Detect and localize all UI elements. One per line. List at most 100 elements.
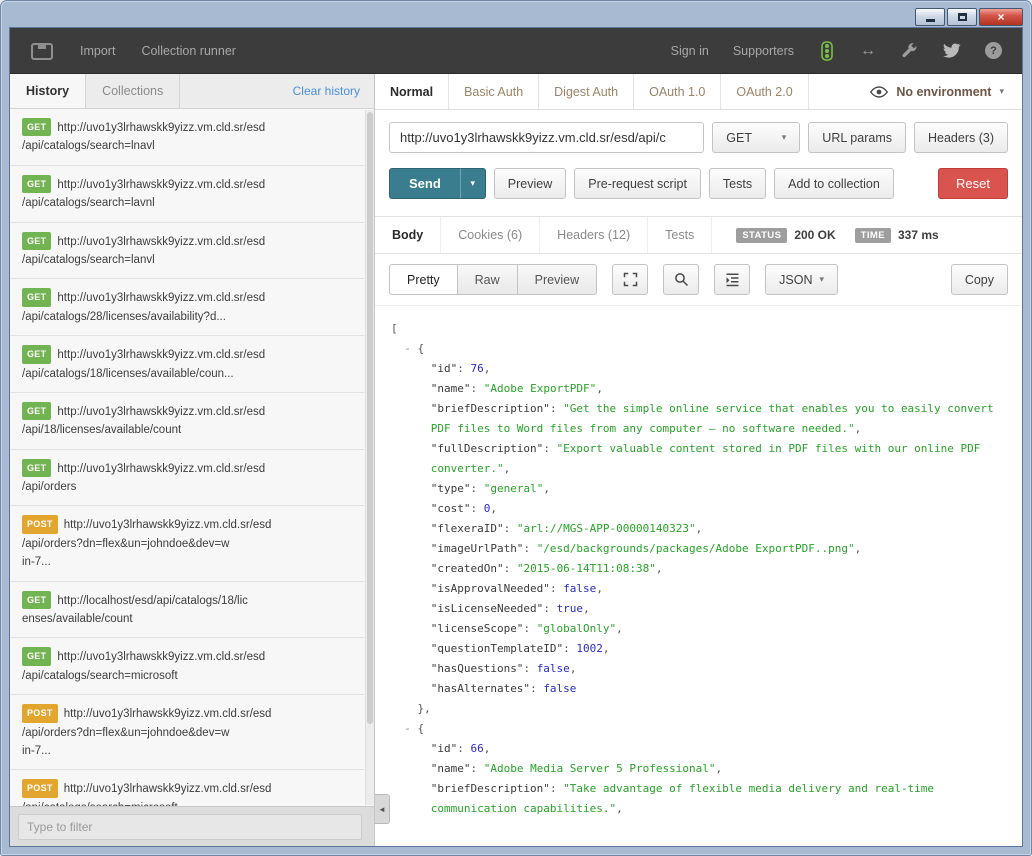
app-window: × Import Collection runner Sign in Suppo… [0, 0, 1032, 856]
send-split-button: Send ▾ [389, 168, 486, 199]
code-line: "isApprovalNeeded": false, [391, 579, 996, 599]
add-to-collection-button[interactable]: Add to collection [774, 168, 894, 199]
tab-oauth-1[interactable]: OAuth 1.0 [634, 74, 721, 109]
url-row: GET ▾ URL params Headers (3) [375, 110, 1022, 162]
tab-oauth-2[interactable]: OAuth 2.0 [721, 74, 808, 109]
close-button[interactable]: × [979, 8, 1023, 26]
history-item[interactable]: GEThttp://uvo1y3lrhawskk9yizz.vm.cld.sr/… [10, 450, 364, 507]
scrollbar-thumb[interactable] [367, 112, 373, 724]
code-line: "flexeraID": "arl://MGS-APP-00000140323"… [391, 519, 996, 539]
method-badge: GET [22, 175, 51, 193]
history-item[interactable]: POSThttp://uvo1y3lrhawskk9yizz.vm.cld.sr… [10, 506, 364, 581]
pretty-button[interactable]: Pretty [389, 264, 457, 295]
postman-app: Import Collection runner Sign in Support… [9, 27, 1023, 847]
maximize-button[interactable] [947, 8, 977, 26]
collapse-sidebar-button[interactable]: ◄ [375, 794, 390, 824]
response-body[interactable]: [- {"id": 76,"name": "Adobe ExportPDF","… [375, 305, 1022, 846]
method-badge: GET [22, 402, 51, 420]
tab-basic-auth[interactable]: Basic Auth [449, 74, 539, 109]
send-button[interactable]: Send [389, 168, 460, 199]
sign-in-button[interactable]: Sign in [671, 44, 709, 58]
search-response-button[interactable] [663, 264, 699, 295]
tab-headers[interactable]: Headers (12) [540, 217, 648, 253]
import-button[interactable]: Import [80, 44, 115, 58]
tab-collections[interactable]: Collections [86, 74, 180, 108]
url-input[interactable] [389, 122, 704, 153]
tab-history[interactable]: History [10, 74, 86, 108]
send-options-button[interactable]: ▾ [460, 168, 486, 199]
expand-icon [623, 272, 638, 287]
main-split: History Collections Clear history GEThtt… [10, 74, 1022, 846]
code-line: "name": "Adobe ExportPDF", [391, 379, 996, 399]
format-button[interactable] [714, 264, 750, 295]
maximize-icon [958, 13, 967, 21]
tab-cookies[interactable]: Cookies (6) [441, 217, 540, 253]
response-viewbar: Pretty Raw Preview [375, 254, 1022, 305]
filter-input[interactable] [18, 814, 362, 840]
supporters-button[interactable]: Supporters [733, 44, 794, 58]
headers-button[interactable]: Headers (3) [914, 122, 1008, 153]
code-line: - { [391, 719, 996, 739]
prerequest-script-button[interactable]: Pre-request script [574, 168, 701, 199]
code-line: [ [391, 319, 996, 339]
reset-button[interactable]: Reset [938, 168, 1008, 199]
tests-button[interactable]: Tests [709, 168, 766, 199]
postman-logo-icon[interactable] [30, 41, 54, 61]
method-badge: POST [22, 704, 58, 722]
method-badge: POST [22, 515, 58, 533]
method-badge: POST [22, 779, 58, 797]
response-status: STATUS 200 OK TIME 337 ms [736, 217, 950, 253]
tab-digest-auth[interactable]: Digest Auth [539, 74, 634, 109]
raw-button[interactable]: Raw [457, 264, 517, 295]
preview-view-button[interactable]: Preview [517, 264, 597, 295]
history-item[interactable]: POSThttp://uvo1y3lrhawskk9yizz.vm.cld.sr… [10, 695, 364, 770]
time-badge: TIME [855, 228, 891, 243]
history-item[interactable]: GEThttp://uvo1y3lrhawskk9yizz.vm.cld.sr/… [10, 638, 364, 695]
tab-normal[interactable]: Normal [375, 74, 449, 109]
clear-history-link[interactable]: Clear history [279, 74, 374, 108]
copy-button[interactable]: Copy [951, 264, 1008, 295]
format-label: JSON [779, 273, 812, 287]
history-item[interactable]: GEThttp://uvo1y3lrhawskk9yizz.vm.cld.sr/… [10, 279, 364, 336]
url-params-button[interactable]: URL params [808, 122, 906, 153]
method-badge: GET [22, 647, 51, 665]
history-item[interactable]: GEThttp://uvo1y3lrhawskk9yizz.vm.cld.sr/… [10, 166, 364, 223]
code-line: "questionTemplateID": 1002, [391, 639, 996, 659]
window-titlebar[interactable]: × [9, 1, 1023, 27]
history-item[interactable]: GEThttp://uvo1y3lrhawskk9yizz.vm.cld.sr/… [10, 109, 364, 166]
code-line: "id": 66, [391, 739, 996, 759]
method-select[interactable]: GET ▾ [712, 122, 800, 153]
history-item[interactable]: GEThttp://localhost/esd/api/catalogs/18/… [10, 582, 364, 639]
minimize-button[interactable] [915, 8, 945, 26]
format-icon [725, 272, 740, 287]
preview-button[interactable]: Preview [494, 168, 566, 199]
code-line: "hasQuestions": false, [391, 659, 996, 679]
filter-bar [10, 806, 374, 846]
sidebar: History Collections Clear history GEThtt… [10, 74, 375, 846]
code-arrows-icon[interactable]: ↔ [860, 42, 876, 60]
history-item[interactable]: GEThttp://uvo1y3lrhawskk9yizz.vm.cld.sr/… [10, 223, 364, 280]
wrench-icon[interactable] [900, 42, 918, 60]
method-badge: GET [22, 232, 51, 250]
time-value: 337 ms [898, 228, 939, 242]
search-icon [674, 272, 689, 287]
code-line: "briefDescription": "Take advantage of f… [391, 779, 996, 819]
interceptor-icon[interactable] [818, 41, 836, 61]
collection-runner-button[interactable]: Collection runner [141, 44, 236, 58]
history-item[interactable]: GEThttp://uvo1y3lrhawskk9yizz.vm.cld.sr/… [10, 336, 364, 393]
code-line: "briefDescription": "Get the simple onli… [391, 399, 996, 439]
environment-selector[interactable]: No environment ▾ [852, 74, 1022, 109]
help-icon[interactable]: ? [985, 42, 1002, 59]
tab-tests[interactable]: Tests [648, 217, 712, 253]
tab-body[interactable]: Body [375, 217, 441, 253]
format-select[interactable]: JSON ▾ [765, 264, 838, 295]
history-item[interactable]: GEThttp://uvo1y3lrhawskk9yizz.vm.cld.sr/… [10, 393, 364, 450]
expand-button[interactable] [612, 264, 648, 295]
auth-tabbar: Normal Basic Auth Digest Auth OAuth 1.0 … [375, 74, 1022, 110]
code-line: "cost": 0, [391, 499, 996, 519]
sidebar-scrollbar[interactable] [365, 110, 374, 805]
twitter-icon[interactable] [942, 41, 961, 60]
history-item[interactable]: POSThttp://uvo1y3lrhawskk9yizz.vm.cld.sr… [10, 770, 364, 806]
code-line: "id": 76, [391, 359, 996, 379]
code-line: - { [391, 339, 996, 359]
